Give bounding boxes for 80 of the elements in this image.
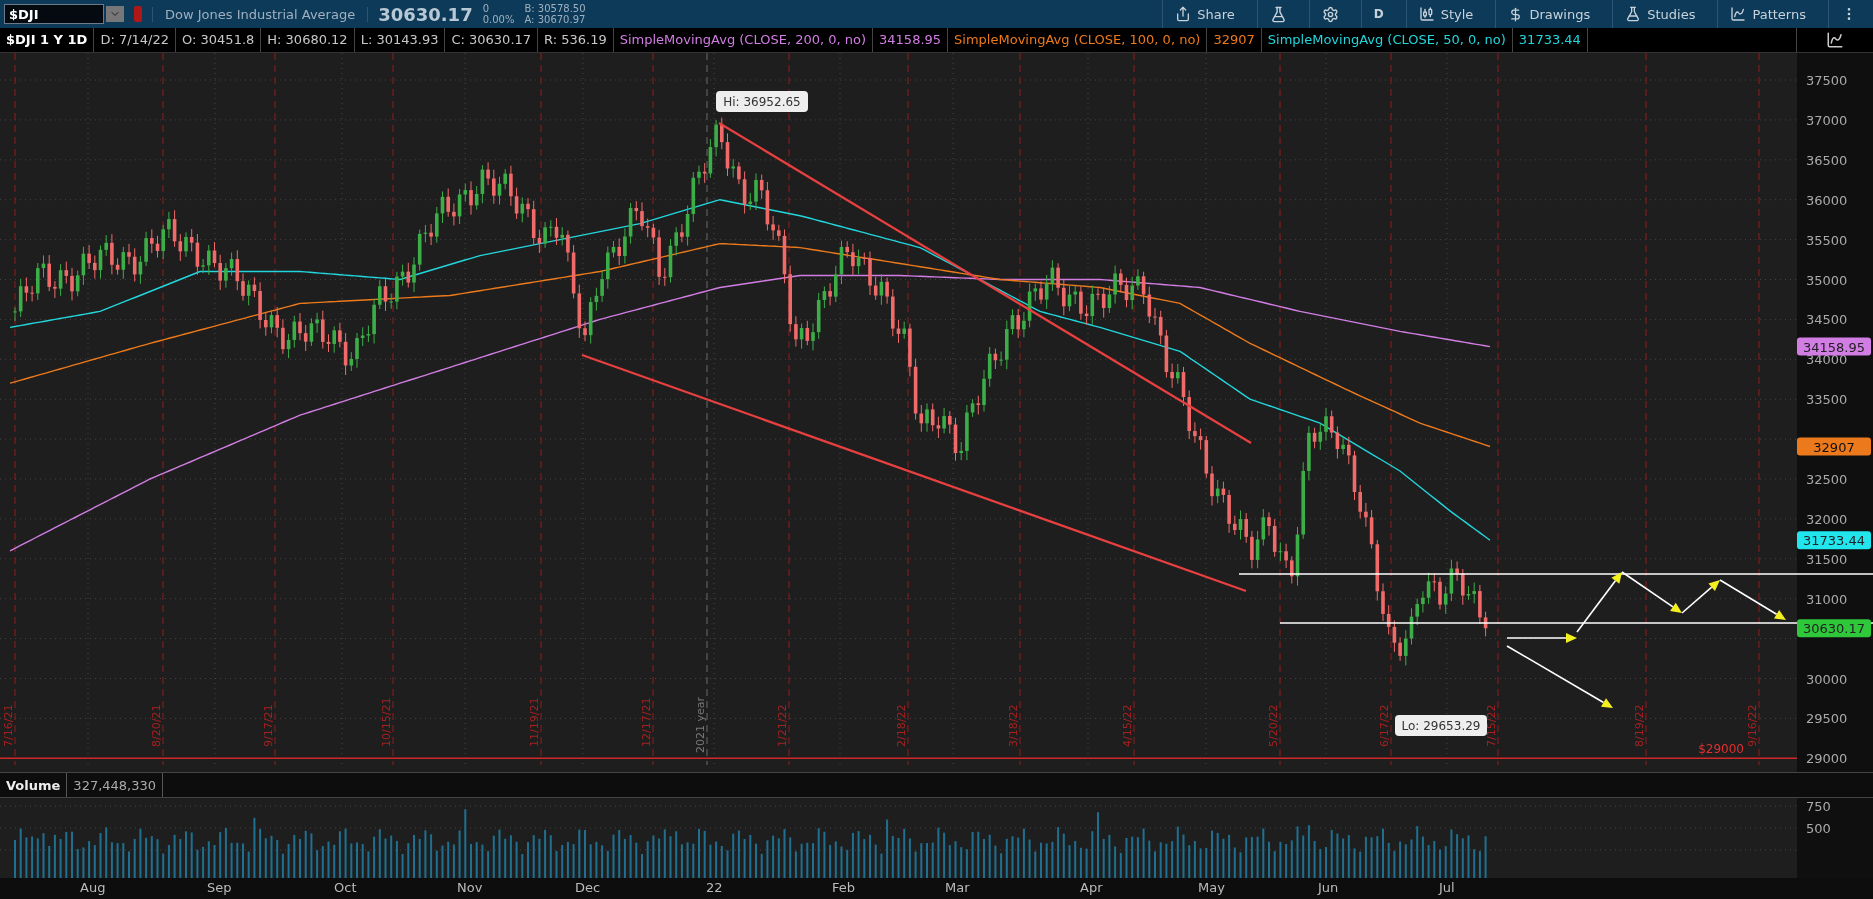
price-axis-label: 34500 [1806,312,1848,328]
ohlc-value: D: 7/14/22 [94,28,177,52]
status-marker-icon [134,6,142,22]
price-axis-label: 30000 [1806,671,1848,687]
price-axis-label: 33500 [1806,392,1848,408]
chart-pattern-icon [1730,6,1747,22]
month-label: Feb [832,880,856,895]
month-label: Mar [945,880,970,895]
date-label: 12/17/21 [640,697,653,747]
date-label: 6/17/22 [1378,704,1391,747]
date-label: 5/20/22 [1267,704,1280,747]
year-label: 2021 year [694,696,707,753]
ohlc-value: R: 536.19 [538,28,614,52]
date-label: 9/16/22 [1746,704,1759,747]
ask-price: A: 30670.97 [524,14,586,25]
instrument-name: Dow Jones Industrial Average [152,6,369,22]
volume-axis-label: 750 [1806,799,1831,815]
high-price-callout: Hi: 36952.65 [716,90,808,112]
price-axis-label: 36500 [1806,152,1848,168]
date-label: 1/21/22 [776,704,789,747]
month-label: Nov [457,880,483,895]
price-axis-label: 35000 [1806,272,1848,288]
study-name: SimpleMovingAvg (CLOSE, 200, 0, no) [613,28,874,52]
study-value: 34158.95 [873,28,949,52]
price-axis-label: 32000 [1806,511,1848,527]
date-label: 2/18/22 [895,704,908,747]
price-axis-label: 36000 [1806,192,1848,208]
net-change: 0 [482,3,491,14]
price-badge: 31733.44 [1797,531,1871,550]
price-axis-label: 31500 [1806,551,1848,567]
price-axis-label: 31000 [1806,591,1848,607]
ohlc-value: L: 30143.93 [354,28,446,52]
price-axis-label: 29000 [1806,751,1848,767]
date-label: 7/15/22 [1485,704,1498,747]
study-value: 31733.44 [1512,28,1588,52]
price-axis-label: 37500 [1806,72,1848,88]
ohlc-value: H: 30680.12 [261,28,355,52]
ohlc-value: C: 30630.17 [445,28,539,52]
date-label: 11/19/21 [528,697,541,747]
month-label: Aug [80,880,106,895]
price-badge: 30630.17 [1797,619,1871,638]
chart-title: $DJI 1 Y 1D [0,28,95,52]
flask-icon [1625,6,1642,22]
bid-price: B: 30578.50 [524,3,586,14]
date-label: 7/16/21 [2,704,15,747]
price-axis-label: 35500 [1806,232,1848,248]
date-label: 3/18/22 [1007,704,1020,747]
date-label: 9/17/21 [262,704,275,747]
date-label: 8/20/21 [150,704,163,747]
volume-axis-label: 500 [1806,821,1831,837]
alert-label: $29000 [1698,742,1744,757]
month-label: 22 [706,880,723,895]
percent-change: 0.00% [482,14,515,25]
month-label: Jul [1439,880,1455,895]
month-label: May [1198,880,1225,895]
date-label: 4/15/22 [1121,704,1134,747]
share-icon [1175,6,1192,22]
candlestick-icon [1418,6,1435,22]
last-price: 30630.17 [378,3,473,25]
low-price-callout: Lo: 29653.29 [1395,714,1487,736]
ohlc-value: O: 30451.8 [176,28,262,52]
month-label: Oct [334,880,357,895]
date-label: 10/15/21 [380,697,393,747]
month-label: Dec [575,880,601,895]
study-value: 32907 [1207,28,1262,52]
month-label: Sep [207,880,232,895]
flask-icon [1269,5,1287,23]
price-axis-label: 37000 [1806,112,1848,128]
price-axis-label: 29500 [1806,711,1848,727]
volume-value: 327,448,330 [67,773,164,798]
month-label: Jun [1318,880,1339,895]
date-label: 8/19/22 [1633,704,1646,747]
study-name: SimpleMovingAvg (CLOSE, 100, 0, no) [948,28,1208,52]
volume-title: Volume [0,773,68,798]
month-label: Apr [1080,880,1103,895]
symbol-field[interactable]: $DJI [4,4,104,24]
study-name: SimpleMovingAvg (CLOSE, 50, 0, no) [1261,28,1513,52]
price-axis-label: 32500 [1806,471,1848,487]
settings-icon [1321,5,1339,23]
chart-curve-icon[interactable] [1826,31,1844,49]
